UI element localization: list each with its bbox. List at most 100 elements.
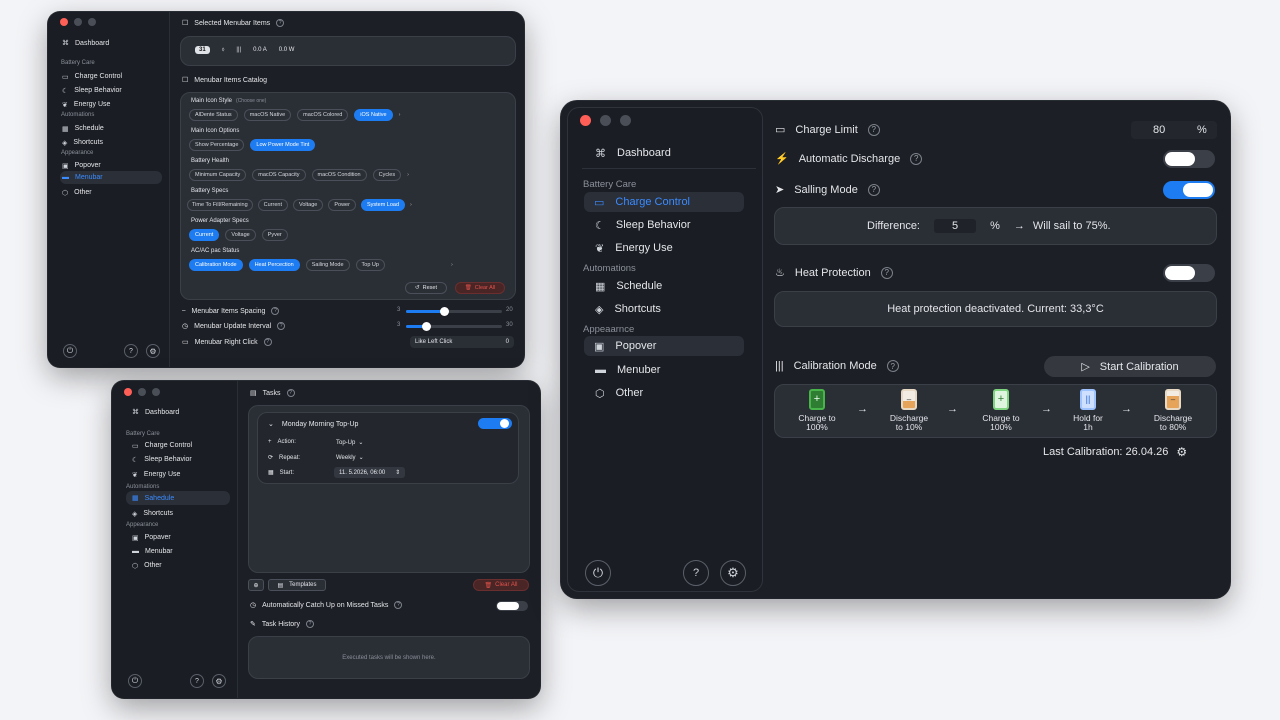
zoom-button[interactable]	[620, 115, 631, 126]
droplet-icon[interactable]: ⬨	[222, 47, 225, 54]
pill-macos-native[interactable]: macOS Native	[243, 109, 292, 121]
power-button[interactable]: ⏻	[128, 674, 142, 688]
pill-voltage[interactable]: Voltage	[292, 199, 324, 211]
help-icon[interactable]: ?	[880, 266, 893, 279]
power-button[interactable]: ⏻	[63, 344, 77, 358]
repeat-select[interactable]: Weekly ⌄	[336, 454, 364, 462]
sidebar-item-dashboard[interactable]: ⌘ Dashboard	[132, 405, 179, 419]
templates-button[interactable]: ▤ Templates	[268, 579, 326, 591]
pill-system-load[interactable]: System Load	[360, 199, 406, 211]
sidebar-item-schedule[interactable]: ▦ Schedule	[62, 122, 104, 135]
sidebar-item-charge-control[interactable]: ▭ Charge Control	[584, 192, 744, 212]
help-icon[interactable]: ?	[867, 123, 880, 136]
sailing-mode-toggle[interactable]	[1163, 181, 1215, 199]
power-button[interactable]: ⏻	[585, 560, 611, 586]
charge-limit-value[interactable]: 80	[1153, 124, 1165, 136]
minimize-button[interactable]	[74, 18, 82, 26]
sidebar-item-charge-control[interactable]: ▭ Charge Control	[132, 439, 192, 452]
stepper-icon[interactable]: ⇕	[395, 469, 400, 476]
battery-preview[interactable]: 31	[195, 46, 210, 54]
pill-calibration-mode[interactable]: Calibration Mode	[189, 259, 243, 271]
zoom-button[interactable]	[152, 388, 160, 396]
pill-sailing-mode[interactable]: Sailing Mode	[305, 259, 350, 271]
help-button[interactable]: ?	[683, 560, 709, 586]
pill-low-power-tint[interactable]: Low Power Mode Tint	[250, 139, 316, 151]
sidebar-item-other[interactable]: ⬡ Other	[62, 186, 92, 199]
pill-adapter-current[interactable]: Current	[189, 229, 220, 241]
pill-power[interactable]: Power	[328, 199, 356, 211]
pill-current[interactable]: Current	[257, 199, 288, 211]
right-click-select[interactable]: Like Left Click 0	[410, 336, 514, 348]
sidebar-item-shortcuts[interactable]: ◈ Shortcuts	[62, 136, 103, 149]
pill-aldente-status[interactable]: AlDente Status	[189, 109, 238, 121]
sidebar-item-charge-control[interactable]: ▭ Charge Control	[62, 70, 122, 83]
reset-button[interactable]: ↺ Reset	[405, 282, 447, 294]
help-icon[interactable]: ?	[271, 307, 280, 315]
help-icon[interactable]: ?	[867, 183, 880, 196]
chevron-right-icon[interactable]: ›	[407, 172, 409, 178]
pill-adapter-power[interactable]: Pyver	[261, 229, 288, 241]
settings-button[interactable]: ⚙	[146, 344, 160, 358]
heat-protection-toggle[interactable]	[1163, 264, 1215, 282]
pill-adapter-voltage[interactable]: Voltage	[225, 229, 256, 241]
sidebar-item-sleep-behavior[interactable]: ☾ Sleep Behavior	[132, 453, 192, 466]
action-select[interactable]: Top-Up ⌄	[336, 439, 363, 447]
sidebar-item-energy-use[interactable]: ❦ Energy Use	[132, 468, 180, 481]
sidebar-item-energy-use[interactable]: ❦ Energy Use	[62, 98, 110, 111]
slider-knob[interactable]	[439, 307, 449, 316]
sidebar-item-other[interactable]: ⬡ Other	[132, 559, 162, 572]
sidebar-item-menubar[interactable]: ▬ Menubar	[60, 171, 162, 184]
close-button[interactable]	[60, 18, 68, 26]
watts-preview[interactable]: 0.0 W	[279, 47, 295, 53]
help-icon[interactable]: ?	[886, 360, 899, 372]
sidebar-item-shortcuts[interactable]: ◈ Shortcuts	[132, 507, 173, 520]
chevron-right-icon[interactable]: ›	[410, 202, 412, 208]
amps-preview[interactable]: 0.0 A	[253, 47, 267, 53]
pill-top-up[interactable]: Top Up	[355, 259, 385, 271]
pill-macos-colored[interactable]: macOS Colored	[297, 109, 349, 121]
help-icon[interactable]: ?	[286, 389, 295, 397]
sidebar-item-dashboard[interactable]: ⌘ Dashboard	[595, 143, 671, 163]
difference-input[interactable]: 5	[934, 219, 977, 233]
sidebar-item-other[interactable]: ⬡ Other	[595, 383, 643, 403]
settings-button[interactable]: ⚙	[720, 560, 746, 586]
pill-macos-condition[interactable]: macOS Condition	[311, 169, 367, 181]
sidebar-item-shortcuts[interactable]: ◈ Shortcuts	[595, 299, 661, 319]
chevron-right-icon[interactable]: ›	[399, 112, 401, 118]
sidebar-item-popover[interactable]: ▣ Popover	[584, 336, 744, 356]
help-icon[interactable]: ?	[263, 338, 272, 346]
help-icon[interactable]: ?	[276, 19, 285, 27]
minimize-button[interactable]	[600, 115, 611, 126]
pill-show-percentage[interactable]: Show Percentage	[189, 139, 245, 151]
pill-heat-protection[interactable]: Heat Percection	[248, 259, 300, 271]
start-calibration-button[interactable]: ▷ Start Calibration	[1044, 356, 1216, 377]
help-button[interactable]: ?	[190, 674, 204, 688]
settings-button[interactable]: ⚙	[212, 674, 226, 688]
pill-time-to-fill[interactable]: Time To Fill/Remaining	[187, 199, 253, 211]
sidebar-item-schedule[interactable]: ▦ Sahedule	[126, 491, 230, 505]
help-icon[interactable]: ?	[306, 620, 314, 628]
sidebar-item-schedule[interactable]: ▦ Schedule	[595, 276, 662, 296]
clear-all-button[interactable]: 🗑 Clear All	[473, 579, 529, 591]
minimize-button[interactable]	[138, 388, 146, 396]
pill-cycles[interactable]: Cycles	[372, 169, 402, 181]
help-icon[interactable]: ?	[910, 152, 923, 165]
pill-minimum-capacity[interactable]: Minimum Capacity	[189, 169, 247, 181]
sidebar-item-dashboard[interactable]: ⌘ Dashboard	[62, 36, 109, 50]
pill-ios-native[interactable]: iOS Native	[354, 109, 393, 121]
help-button[interactable]: ?	[124, 344, 138, 358]
sidebar-item-menubar[interactable]: ▬ Menubar	[132, 545, 173, 558]
help-icon[interactable]: ?	[394, 601, 403, 609]
sidebar-item-popover[interactable]: ▣ Popaver	[132, 531, 171, 544]
close-button[interactable]	[124, 388, 132, 396]
spacing-slider[interactable]	[406, 307, 502, 316]
interval-slider[interactable]	[406, 322, 502, 331]
auto-discharge-toggle[interactable]	[1163, 150, 1215, 168]
sidebar-item-energy-use[interactable]: ❦ Energy Use	[595, 238, 673, 258]
catch-up-toggle[interactable]	[496, 601, 528, 611]
add-task-button[interactable]: ⊕	[248, 579, 264, 591]
close-button[interactable]	[580, 115, 591, 126]
task-enabled-toggle[interactable]	[478, 418, 512, 429]
sidebar-item-sleep-behavior[interactable]: ☾ Sleep Behavior	[595, 215, 690, 235]
start-date-field[interactable]: 11. 5.2026, 06:00 ⇕	[334, 467, 406, 478]
